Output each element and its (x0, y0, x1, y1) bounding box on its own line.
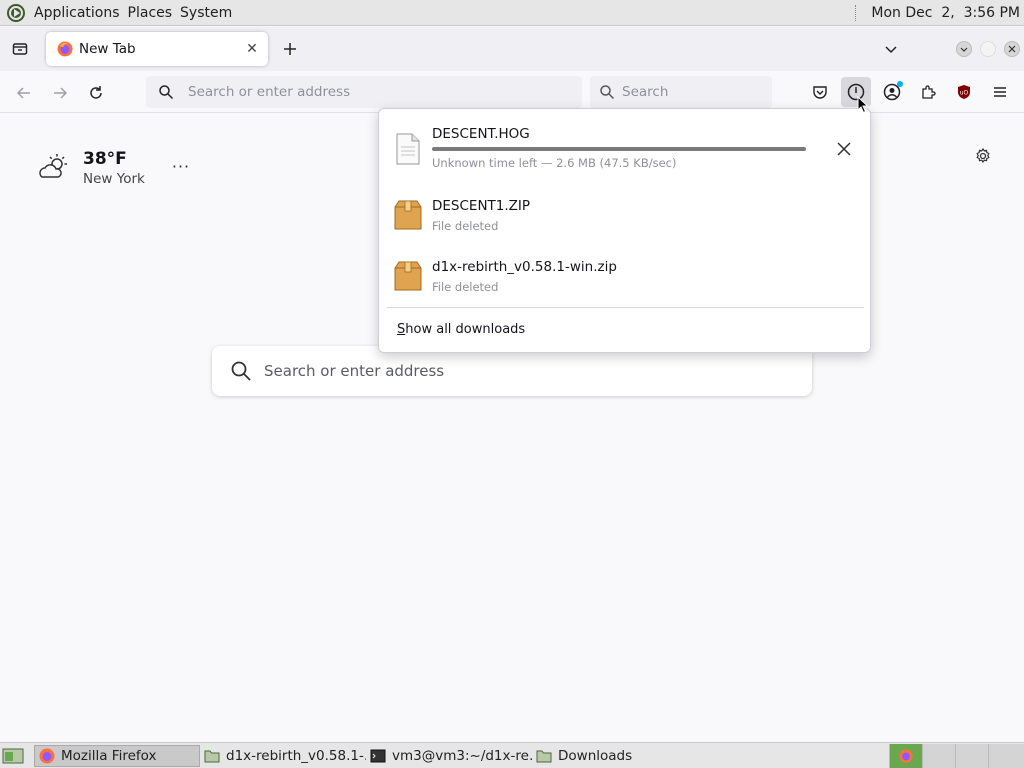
clock[interactable]: Mon Dec 2, 3:56 PM (861, 5, 1020, 21)
show-desktop-icon[interactable] (2, 747, 24, 765)
ublock-origin-icon: uO (958, 85, 970, 99)
account-button[interactable] (877, 77, 907, 107)
top-panel: Applications Places System Mon Dec 2, 3:… (0, 0, 1024, 26)
close-icon (1008, 45, 1016, 53)
download-item[interactable]: d1x-rebirth_v0.58.1-win.zip File deleted (379, 252, 870, 312)
search-input[interactable] (622, 84, 762, 100)
download-status: File deleted (432, 280, 499, 294)
tab-close-icon[interactable]: ✕ (242, 39, 262, 59)
chevron-down-icon (885, 46, 897, 54)
taskbar: Mozilla Firefox d1x-rebirth_v0.58.1-… vm… (0, 742, 1024, 768)
search-icon (159, 85, 174, 100)
search-icon (600, 85, 615, 100)
firefox-icon (57, 41, 73, 57)
generic-file-icon (396, 133, 420, 165)
download-item[interactable]: DESCENT1.ZIP File deleted (379, 191, 870, 251)
cancel-download-button[interactable] (832, 137, 856, 161)
weather-city: New York (83, 171, 145, 187)
weather-widget[interactable]: 38°F New York (38, 149, 145, 187)
download-status: File deleted (432, 219, 499, 233)
download-filename: DESCENT.HOG (432, 126, 530, 142)
partly-cloudy-icon (39, 154, 67, 178)
download-status: Unknown time left — 2.6 MB (47.5 KB/sec) (432, 156, 677, 170)
workspace-1[interactable] (889, 744, 922, 768)
maximize-button[interactable] (980, 41, 996, 57)
taskbar-item-downloads[interactable]: Downloads (532, 745, 698, 767)
archive-file-icon (394, 261, 422, 291)
applications-menu[interactable]: Applications (30, 5, 124, 21)
panel-separator (855, 4, 857, 21)
account-badge (897, 81, 903, 87)
minimize-button[interactable] (956, 41, 972, 57)
tab-title: New Tab (79, 41, 136, 57)
firefox-view-icon (12, 43, 28, 55)
show-all-downloads-button[interactable]: Show all downloads (397, 322, 525, 337)
back-button[interactable] (10, 79, 38, 107)
downloads-panel: DESCENT.HOG Unknown time left — 2.6 MB (… (378, 108, 871, 353)
tab-new-tab[interactable]: New Tab ✕ (46, 32, 268, 66)
gear-icon (976, 148, 990, 164)
minimize-icon (960, 47, 968, 52)
pocket-icon (813, 86, 827, 99)
download-filename: DESCENT1.ZIP (432, 198, 531, 214)
newtab-search-box[interactable] (212, 346, 812, 396)
forward-button[interactable] (46, 79, 74, 107)
arrow-left-icon (16, 87, 30, 99)
download-progress-fill (432, 147, 806, 151)
mouse-cursor-icon (857, 96, 869, 114)
show-all-label: how all downloads (405, 322, 526, 337)
url-bar[interactable] (146, 76, 582, 108)
svg-text:uO: uO (960, 90, 969, 97)
arrow-right-icon (54, 87, 68, 99)
folder-icon (536, 750, 552, 763)
extensions-button[interactable] (913, 77, 943, 107)
tab-strip: New Tab ✕ (0, 27, 1024, 71)
taskbar-item-firefox[interactable]: Mozilla Firefox (34, 745, 200, 767)
firefox-view-button[interactable] (7, 36, 33, 62)
personalize-button[interactable] (972, 145, 994, 167)
archive-file-icon (394, 200, 422, 230)
taskbar-item-label: vm3@vm3:~/d1x-re… (392, 748, 532, 764)
weather-temperature: 38°F (83, 149, 127, 169)
close-icon (837, 142, 851, 156)
weather-more-button[interactable]: ··· (168, 155, 194, 177)
puzzle-icon (922, 85, 936, 99)
taskbar-item-d1x-folder[interactable]: d1x-rebirth_v0.58.1-… (200, 745, 366, 767)
url-input[interactable] (188, 84, 548, 100)
reload-icon (90, 86, 102, 99)
download-filename: d1x-rebirth_v0.58.1-win.zip (432, 259, 617, 275)
folder-icon (204, 750, 220, 763)
taskbar-item-label: Downloads (558, 748, 633, 764)
new-tab-button[interactable] (278, 37, 302, 61)
download-item[interactable]: DESCENT.HOG Unknown time left — 2.6 MB (… (379, 121, 870, 181)
firefox-icon (899, 749, 913, 763)
system-menu[interactable]: System (176, 5, 236, 21)
nav-bar: uO (0, 71, 1024, 113)
app-menu-button[interactable] (985, 77, 1015, 107)
workspace-2[interactable] (922, 744, 955, 768)
search-bar[interactable] (590, 76, 772, 108)
reload-button[interactable] (82, 79, 110, 107)
newtab-search-input[interactable] (264, 362, 784, 380)
distro-logo-icon[interactable] (6, 3, 26, 23)
plus-icon (284, 43, 296, 55)
search-icon (231, 361, 251, 381)
taskbar-item-terminal[interactable]: vm3@vm3:~/d1x-re… (366, 745, 532, 767)
pocket-button[interactable] (805, 77, 835, 107)
workspace-4[interactable] (988, 744, 1024, 768)
firefox-icon (39, 748, 55, 764)
workspace-3[interactable] (955, 744, 988, 768)
taskbar-item-label: d1x-rebirth_v0.58.1-… (226, 748, 366, 764)
download-progress-bar (432, 147, 806, 151)
downloads-separator (387, 307, 864, 308)
ublock-button[interactable]: uO (949, 77, 979, 107)
terminal-icon (370, 749, 386, 763)
list-all-tabs-button[interactable] (880, 39, 902, 61)
hamburger-menu-icon (994, 87, 1006, 97)
taskbar-item-label: Mozilla Firefox (61, 748, 157, 764)
places-menu[interactable]: Places (124, 5, 177, 21)
close-window-button[interactable] (1004, 41, 1020, 57)
